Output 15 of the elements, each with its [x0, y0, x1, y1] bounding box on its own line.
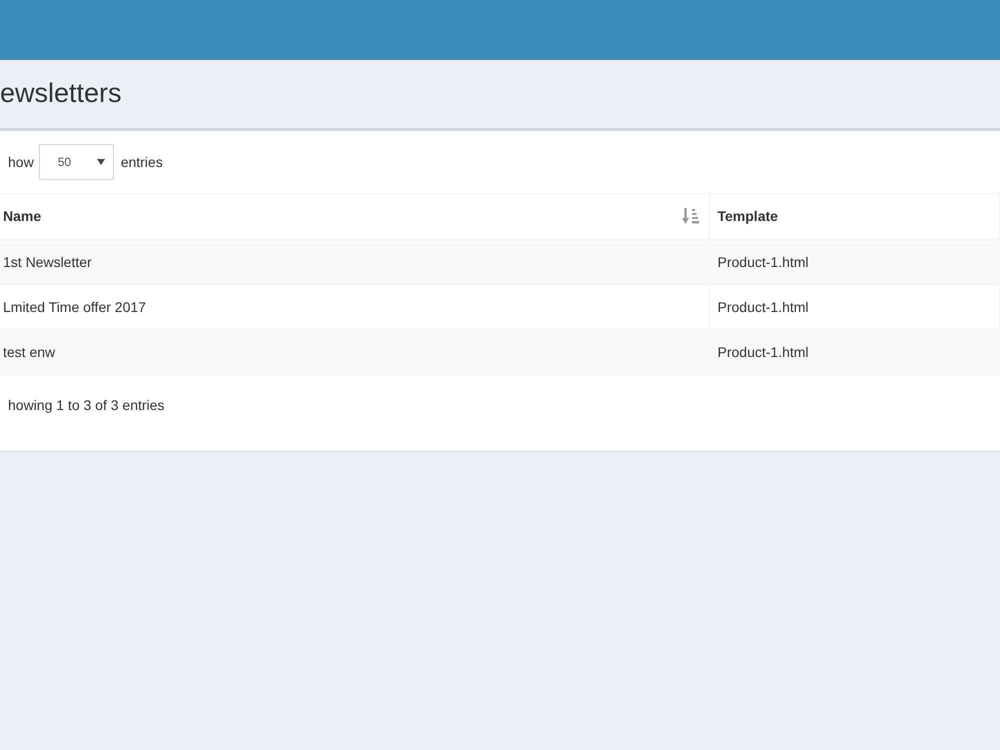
entries-label: entries — [120, 154, 163, 170]
table-cell: 1st Newsletter — [0, 240, 709, 284]
entries-select[interactable]: 50 — [38, 144, 114, 180]
table-cell: Product-1.html — [709, 284, 1000, 330]
table-cell: Lmited Time offer 2017 — [0, 284, 709, 330]
table-info: howing 1 to 3 of 3 entries — [8, 397, 164, 413]
page-title: ewsletters — [0, 78, 122, 110]
table-cell: Product-1.html — [709, 240, 1000, 284]
sort-icon[interactable] — [682, 208, 698, 224]
show-label: how — [8, 154, 34, 170]
column-header: Template — [709, 194, 1000, 240]
column-header[interactable]: Name — [0, 194, 709, 240]
table-cell: Product-1.html — [709, 330, 1000, 374]
table-cell: test enw — [0, 330, 709, 374]
caret-icon — [96, 159, 105, 165]
